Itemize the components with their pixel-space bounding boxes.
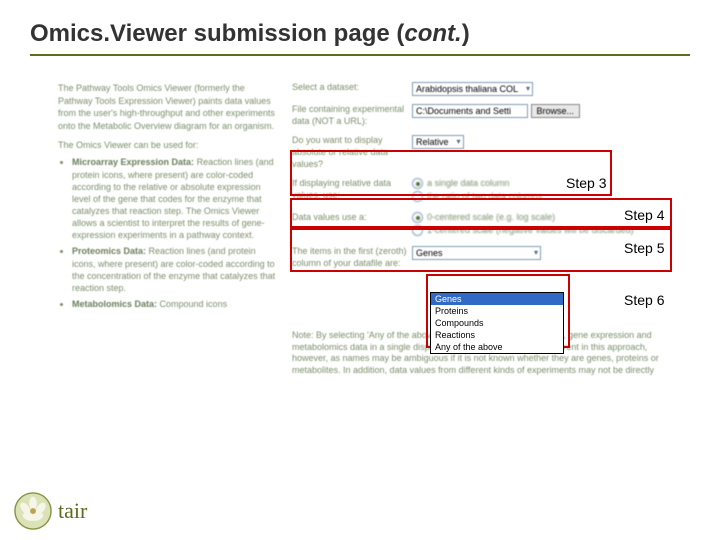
dataset-select[interactable]: Arabidopsis thaliana COL xyxy=(412,82,533,96)
subhead: The Omics Viewer can be used for: xyxy=(58,140,278,150)
row-items: The items in the first (zeroth) column o… xyxy=(292,246,672,269)
page-title: Omics.Viewer submission page (cont.) xyxy=(30,20,690,48)
rel-opt-ratio[interactable]: the ratio of two data columns xyxy=(412,191,672,202)
scale-label: Data values use a: xyxy=(292,212,412,224)
left-column: The Pathway Tools Omics Viewer (formerly… xyxy=(58,82,278,377)
radio-icon xyxy=(412,225,423,236)
row-reluse: If displaying relative data values, use:… xyxy=(292,178,672,204)
logo: tair xyxy=(14,492,87,530)
bullet3-bold: Metabolomics Data: xyxy=(72,299,157,309)
bullet2-bold: Proteomics Data: xyxy=(72,246,146,256)
bullet1-text: Reaction lines (and protein icons, where… xyxy=(72,157,274,240)
dd-opt-reactions[interactable]: Reactions xyxy=(431,329,563,341)
rel-opt1-label: a single data column xyxy=(427,178,510,188)
rel-opt-single[interactable]: a single data column xyxy=(412,178,672,189)
right-column: Select a dataset: Arabidopsis thaliana C… xyxy=(292,82,672,377)
row-dataset: Select a dataset: Arabidopsis thaliana C… xyxy=(292,82,672,96)
file-input[interactable]: C:\Documents and Setti xyxy=(412,104,528,118)
absrel-select[interactable]: Relative xyxy=(412,135,464,149)
dd-opt-proteins[interactable]: Proteins xyxy=(431,305,563,317)
items-select[interactable]: Genes xyxy=(412,246,541,260)
bullet-proteomics: Proteomics Data: Reaction lines (and pro… xyxy=(72,245,278,294)
bullet-metabolomics: Metabolomics Data: Compound icons xyxy=(72,298,278,310)
step3-label: Step 3 xyxy=(564,175,608,191)
intro-text: The Pathway Tools Omics Viewer (formerly… xyxy=(58,82,278,132)
bullet-microarray: Microarray Expression Data: Reaction lin… xyxy=(72,156,278,241)
row-absrel: Do you want to display absolute or relat… xyxy=(292,135,672,170)
divider xyxy=(30,54,690,56)
step6-label: Step 6 xyxy=(622,292,666,308)
scale-opt2-label: 1-centered scale (negative values will b… xyxy=(427,225,634,235)
dd-opt-genes[interactable]: Genes xyxy=(431,293,563,305)
scale-opt1-label: 0-centered scale (e.g. log scale) xyxy=(427,212,555,222)
row-file: File containing experimental data (NOT a… xyxy=(292,104,672,127)
rel-opt2-label: the ratio of two data columns xyxy=(427,191,542,201)
bullet3-text: Compound icons xyxy=(157,299,227,309)
dd-opt-compounds[interactable]: Compounds xyxy=(431,317,563,329)
dd-opt-any[interactable]: Any of the above xyxy=(431,341,563,353)
items-dropdown-open[interactable]: Genes Proteins Compounds Reactions Any o… xyxy=(430,292,564,354)
title-cont: cont. xyxy=(404,20,461,47)
browse-button[interactable]: Browse... xyxy=(531,104,581,118)
absrel-label: Do you want to display absolute or relat… xyxy=(292,135,412,170)
file-label: File containing experimental data (NOT a… xyxy=(292,104,412,127)
reluse-label: If displaying relative data values, use: xyxy=(292,178,412,201)
scale-opt-1[interactable]: 1-centered scale (negative values will b… xyxy=(412,225,672,236)
step5-label: Step 5 xyxy=(622,240,666,256)
step4-label: Step 4 xyxy=(622,207,666,223)
title-main: Omics.Viewer submission page ( xyxy=(30,20,404,47)
bullet1-bold: Microarray Expression Data: xyxy=(72,157,194,167)
flower-icon xyxy=(14,492,52,530)
items-label: The items in the first (zeroth) column o… xyxy=(292,246,412,269)
logo-text: tair xyxy=(58,498,87,524)
title-close: ) xyxy=(462,20,470,47)
row-scale: Data values use a: 0-centered scale (e.g… xyxy=(292,212,672,238)
radio-icon xyxy=(412,191,423,202)
radio-icon xyxy=(412,178,423,189)
dataset-label: Select a dataset: xyxy=(292,82,412,94)
radio-icon xyxy=(412,212,423,223)
